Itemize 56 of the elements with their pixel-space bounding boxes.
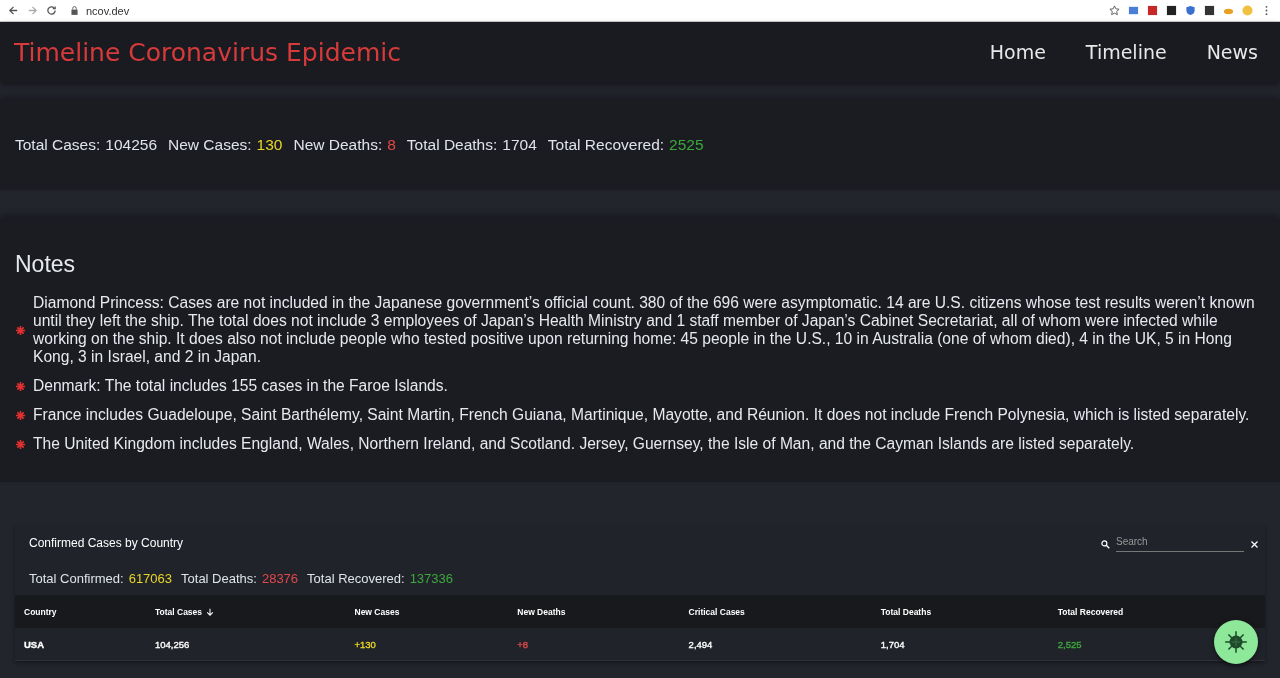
stat-label: Total Deaths: — [181, 571, 257, 586]
asterisk-icon — [15, 380, 26, 392]
note-text: The United Kingdom includes England, Wales, Northern Ireland, and Scotland. Jersey, Guernsey, the Isle of Man, and the Cayman Islands are listed separately. — [33, 435, 1135, 453]
notes-heading: Notes — [15, 251, 77, 278]
nav-link[interactable]: Timeline — [1085, 41, 1167, 63]
table-cell: +8 — [517, 638, 529, 650]
stat-label: Total Cases: — [15, 136, 101, 154]
stat-value: 617063 — [128, 571, 173, 586]
search-field[interactable]: Search — [1116, 536, 1244, 552]
lock-icon — [71, 6, 78, 15]
stat-label: Total Deaths: — [406, 136, 498, 154]
stat-value: 1704 — [502, 136, 537, 154]
column-header[interactable]: Critical Cases — [679, 595, 872, 628]
back-icon[interactable] — [8, 5, 19, 16]
asterisk-icon — [15, 324, 26, 336]
card-title: Confirmed Cases by Country — [29, 536, 184, 550]
table-cell: 1,704 — [880, 638, 905, 650]
stat-value: 137336 — [409, 571, 454, 586]
table-cell: 104,256 — [154, 638, 190, 650]
reload-icon[interactable] — [46, 5, 57, 16]
shield-icon[interactable] — [1185, 5, 1196, 16]
column-header[interactable]: Total Recovered — [1048, 595, 1265, 628]
column-header[interactable]: Total Cases — [145, 595, 346, 628]
stat-value: 2525 — [669, 136, 704, 154]
table-cell: 2,494 — [688, 638, 713, 650]
stat-value: 130 — [256, 136, 283, 154]
column-header[interactable]: New Cases — [345, 595, 509, 628]
stat-value: 104256 — [105, 136, 158, 154]
stat-label: New Cases: — [168, 136, 252, 154]
table-cell: 2,525 — [1057, 638, 1082, 650]
table-cell: USA — [24, 638, 45, 650]
column-header[interactable]: Total Deaths — [871, 595, 1049, 628]
extension-icon[interactable] — [1166, 5, 1177, 16]
nav-link[interactable]: News — [1206, 41, 1258, 63]
close-icon[interactable] — [1250, 539, 1259, 549]
asterisk-icon — [15, 409, 26, 421]
stat-value: 28376 — [261, 571, 299, 586]
star-icon[interactable] — [1109, 5, 1120, 16]
note-text: Diamond Princess: Cases are not included in the Japanese government’s official count. 380 of the 696 were asymptomatic. 14 are U.S. citizens whose test results weren’t known until they left the ship. The total does not include 3 employees of Japan’s Health Ministry and 1 staff member of Japan’s Cabinet Secretariat, all of whom were infected while working on the ship. It does also not include people who tested positive upon returning home: 45 people in the U.S., 10 in Australia (one of whom died), 4 in the UK, 5 in Hong Kong, 3 in Israel, and 2 in Japan. — [33, 294, 1256, 366]
table-cell: +130 — [354, 638, 376, 650]
column-header[interactable]: Country — [15, 595, 146, 628]
note-text: France includes Guadeloupe, Saint Barthélemy, Saint Martin, French Guiana, Martinique, Mayotte, and Réunion. It does not include French Polynesia, which is listed separately. — [33, 406, 1250, 424]
note-text: Denmark: The total includes 155 cases in the Faroe Islands. — [33, 377, 448, 395]
nav-link[interactable]: Home — [989, 41, 1046, 63]
asterisk-icon — [15, 438, 26, 450]
stat-label: Total Confirmed: — [29, 571, 124, 586]
stat-label: Total Recovered: — [547, 136, 665, 154]
site-title[interactable]: Timeline Coronavirus Epidemic — [14, 37, 990, 67]
virus-icon — [1223, 629, 1249, 655]
stat-value: 8 — [387, 136, 396, 154]
column-header[interactable]: New Deaths — [508, 595, 680, 628]
extension-icon[interactable] — [1204, 5, 1215, 16]
stat-label: New Deaths: — [293, 136, 383, 154]
stat-label: Total Recovered: — [307, 571, 405, 586]
search-icon — [1101, 539, 1110, 549]
address-bar[interactable]: ncov.dev — [86, 4, 130, 17]
